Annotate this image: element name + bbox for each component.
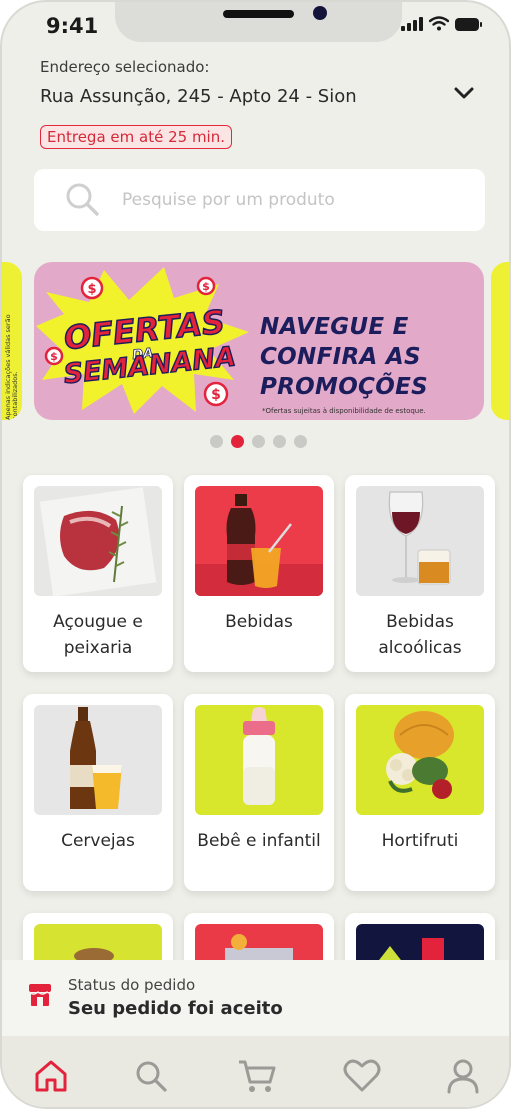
search-icon [136,1061,167,1092]
carousel-dot[interactable] [294,435,307,448]
app-screen: 9:41 Endereço selecionado: Rua Assunção,… [0,0,511,1109]
svg-text:$: $ [202,280,210,293]
baby-bottle-image [243,707,275,805]
promo-banner[interactable]: $ $ $ $ OFERTAS DA SEMANANA NAVEGUE E CO… [34,262,484,420]
nav-home[interactable] [31,1056,71,1096]
nav-favorites[interactable] [342,1056,382,1096]
category-image [195,705,323,815]
category-card-bebidas[interactable]: Bebidas [184,475,334,672]
status-time: 9:41 [46,14,99,38]
meat-image [39,487,157,596]
weekly-offers-logo: $ $ $ $ OFERTAS DA SEMANANA [36,267,249,414]
category-image [356,486,484,596]
category-label: Cervejas [61,831,135,851]
carousel-dot[interactable] [252,435,265,448]
order-status-value: Seu pedido foi aceito [68,998,283,1019]
carousel-dot-active[interactable] [231,435,244,448]
order-status-bar[interactable]: Status do pedido Seu pedido foi aceito [2,960,509,1036]
nav-cart[interactable] [237,1056,277,1096]
search-icon [66,183,99,216]
wine-image [388,491,451,585]
address-selector[interactable]: Rua Assunção, 245 - Apto 24 - Sion [40,86,357,107]
notch-camera [313,6,327,20]
svg-text:$: $ [50,350,58,363]
category-image [34,705,162,815]
heart-icon [343,1059,381,1092]
banner-footnote: *Ofertas sujeitas à disponibilidade de e… [262,407,426,415]
previous-banner-note: Apenas indicações válidas serão contabil… [4,314,19,420]
delivery-time-badge: Entrega em até 25 min. [40,125,233,149]
home-icon [35,1060,67,1092]
soda-image [195,494,323,596]
wifi-icon [429,16,449,31]
category-label: Açougue e peixaria [53,612,143,658]
category-label: Bebidas alcoólicas [378,612,462,658]
category-card-hortifruti[interactable]: Hortifruti [345,694,495,891]
carousel-dot[interactable] [273,435,286,448]
category-image [356,705,484,815]
status-icons [401,16,482,31]
produce-image [386,711,454,799]
category-label: Bebê e infantil [197,831,321,851]
nav-search[interactable] [131,1056,171,1096]
banner-headline: NAVEGUE E CONFIRA AS PROMOÇÕES [260,314,428,400]
bottom-navigation [2,1036,509,1107]
order-status-label: Status do pedido [68,976,196,994]
device-notch [115,2,402,42]
carousel-dot[interactable] [210,435,223,448]
cart-icon [239,1060,276,1092]
search-input[interactable] [122,190,442,210]
signal-icon [401,17,423,31]
category-card-bebe-infantil[interactable]: Bebê e infantil [184,694,334,891]
profile-icon [447,1059,479,1094]
category-image [195,486,323,596]
category-label: Bebidas [225,612,293,632]
next-banner-peek[interactable] [491,262,509,420]
svg-text:$: $ [87,282,96,297]
category-label: Hortifruti [381,831,459,851]
previous-banner-peek[interactable]: Apenas indicações válidas serão contabil… [2,262,22,420]
svg-text:$: $ [211,387,221,403]
address-label: Endereço selecionado: [40,58,210,76]
nav-profile[interactable] [443,1056,483,1096]
search-bar[interactable] [34,169,485,231]
notch-speaker [223,10,294,18]
beer-image [70,707,122,809]
store-icon [28,984,52,1006]
carousel-indicator [210,435,307,448]
battery-icon [455,18,482,31]
category-card-bebidas-alcoolicas[interactable]: Bebidas alcoólicas [345,475,495,672]
category-card-acougue[interactable]: Açougue e peixaria [23,475,173,672]
chevron-down-icon[interactable] [451,82,477,104]
category-card-cervejas[interactable]: Cervejas [23,694,173,891]
category-image [34,486,162,596]
